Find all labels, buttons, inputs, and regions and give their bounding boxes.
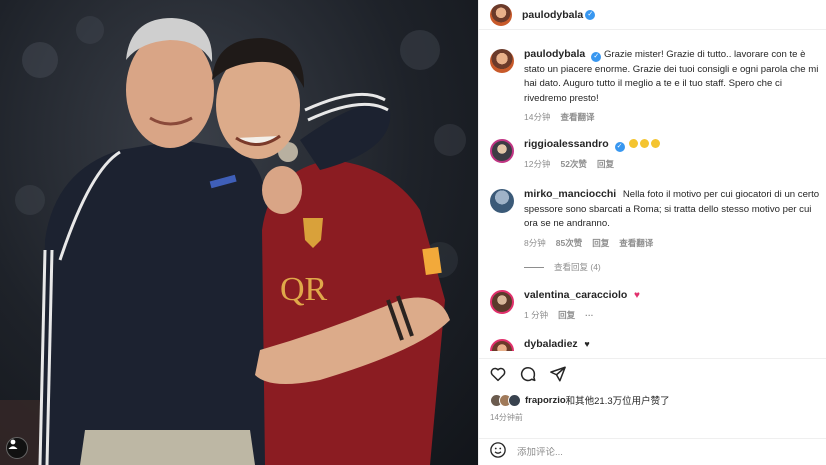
comment-username[interactable]: mirko_manciocchi: [524, 188, 616, 200]
post-timestamp: 14分钟前: [490, 413, 523, 422]
likes-count-text: 和其他21.3万位用户赞了: [565, 396, 670, 407]
verified-badge-icon: ✓: [585, 9, 596, 20]
translate-link[interactable]: 查看翻译: [619, 236, 653, 251]
clap-emoji-icon: [651, 139, 661, 148]
avatar[interactable]: [490, 189, 514, 213]
view-replies-label: 查看回复 (4): [554, 262, 601, 272]
comment-time[interactable]: 12分钟: [524, 157, 550, 172]
avatar[interactable]: [490, 290, 514, 314]
reply-button[interactable]: 回复: [592, 236, 609, 251]
comment-bubble-icon[interactable]: [519, 365, 537, 383]
svg-text:QR: QR: [280, 271, 328, 308]
comment-username[interactable]: paulodybala: [524, 48, 585, 60]
avatar[interactable]: [490, 49, 514, 73]
comment-item: mirko_manciocchi Nella foto il motivo pe…: [490, 187, 820, 250]
user-tag-icon[interactable]: [6, 437, 28, 459]
paper-plane-icon[interactable]: [549, 365, 567, 383]
comment-likes[interactable]: 52次赞: [560, 157, 586, 172]
clap-emoji-icon: [629, 139, 639, 148]
comment-username[interactable]: riggioalessandro: [524, 138, 609, 150]
reply-button[interactable]: 回复: [558, 308, 575, 323]
comment-item: dybaladiez ♥: [490, 337, 820, 351]
avatar[interactable]: [490, 339, 514, 351]
translate-link[interactable]: 查看翻译: [560, 110, 594, 125]
comment-username[interactable]: valentina_caracciolo: [524, 289, 627, 301]
comments-list: paulodybala ✓ Grazie mister! Grazie di tu…: [479, 31, 826, 351]
verified-badge-icon: ✓: [591, 52, 602, 62]
view-replies-button[interactable]: 查看回复 (4): [524, 261, 601, 273]
photo-illustration: QR: [0, 16, 466, 465]
heart-emoji-icon: ♥: [584, 339, 590, 349]
comment-likes[interactable]: 85次赞: [556, 236, 582, 251]
post-header: paulodybala ✓: [479, 0, 826, 30]
comment-item: valentina_caracciolo ♥ 1 分钟 回复 ···: [490, 288, 820, 322]
verified-badge-icon: ✓: [614, 142, 625, 152]
liker-username[interactable]: fraporzio: [525, 395, 566, 406]
comment-composer: [479, 438, 826, 465]
comment-username[interactable]: dybaladiez: [524, 338, 578, 350]
author-avatar[interactable]: [490, 3, 512, 26]
caption-comment: paulodybala ✓ Grazie mister! Grazie di tu…: [490, 47, 820, 125]
clap-emoji-icon: [640, 139, 650, 148]
comment-item: riggioalessandro ✓ 12分钟 52次赞 回复: [490, 137, 820, 171]
author-username[interactable]: paulodybala: [522, 9, 583, 21]
avatar[interactable]: [490, 139, 514, 163]
comment-time[interactable]: 14分钟: [524, 110, 550, 125]
post-detail-panel: paulodybala ✓ paulodybala ✓ Grazie mister…: [478, 0, 826, 465]
liker-avatars: [490, 393, 521, 407]
replies-divider: [524, 266, 544, 268]
comment-input[interactable]: [517, 446, 777, 458]
likes-summary[interactable]: fraporzio 和其他21.3万位用户赞了: [490, 393, 670, 407]
heart-outline-icon[interactable]: [489, 365, 507, 383]
reply-button[interactable]: 回复: [597, 157, 614, 172]
more-options-icon[interactable]: ···: [585, 308, 594, 323]
post-photo[interactable]: QR: [0, 0, 478, 465]
comment-time[interactable]: 8分钟: [524, 236, 546, 251]
post-actions-bar: [479, 358, 826, 388]
heart-emoji-icon: ♥: [633, 290, 640, 301]
comment-time[interactable]: 1 分钟: [524, 308, 548, 323]
smiley-icon[interactable]: [489, 441, 507, 464]
